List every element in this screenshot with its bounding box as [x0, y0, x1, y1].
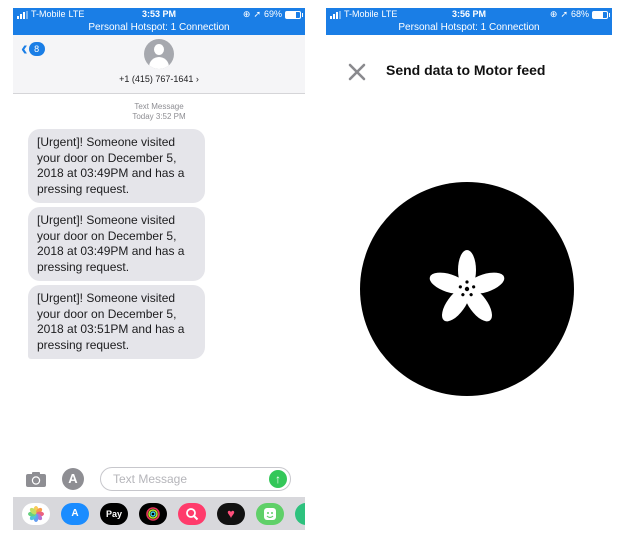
message-bubble[interactable]: [Urgent]! Someone visited your door on D… [28, 285, 205, 359]
message-input-field[interactable]: ↑ [100, 467, 291, 491]
lock-rotation-icon: ⊕ [549, 9, 558, 19]
photos-app-icon[interactable] [22, 502, 50, 525]
green-app-icon[interactable] [295, 502, 305, 525]
battery-icon [285, 10, 303, 19]
message-bubble[interactable]: [Urgent]! Someone visited your door on D… [28, 129, 205, 203]
apple-pay-label: Pay [105, 508, 122, 519]
message-bubble[interactable]: [Urgent]! Someone visited your door on D… [28, 207, 205, 281]
image-search-icon[interactable] [178, 502, 206, 525]
send-arrow-icon[interactable]: ↑ [269, 470, 287, 488]
thread-timestamp: Today 3:52 PM [132, 112, 186, 121]
thread-meta: Text Message Today 3:52 PM [13, 102, 305, 122]
back-button[interactable]: ‹ 8 [21, 38, 45, 60]
chevron-left-icon: ‹ [21, 38, 28, 60]
battery-icon [592, 10, 610, 19]
sticker-app-icon[interactable] [256, 502, 284, 525]
message-list: [Urgent]! Someone visited your door on D… [13, 129, 305, 359]
send-data-screen: T-Mobile LTE 3:56 PM ⊕ ➚ 68% Personal Ho… [326, 8, 612, 532]
close-icon[interactable] [348, 63, 366, 81]
compose-bar: A ↑ [13, 466, 305, 494]
contact-name[interactable]: +1 (415) 767-1641 › [13, 74, 305, 84]
page-title: Send data to Motor feed [386, 62, 546, 78]
battery-percent: 68% [570, 9, 589, 19]
location-icon: ➚ [253, 9, 261, 19]
hotspot-banner[interactable]: Personal Hotspot: 1 Connection [326, 21, 612, 34]
app-drawer: A Pay ♥ [13, 497, 305, 530]
location-icon: ➚ [560, 9, 568, 19]
lock-rotation-icon: ⊕ [242, 9, 251, 19]
flower-logo-icon [429, 250, 505, 322]
heart-app-icon[interactable]: ♥ [217, 502, 245, 525]
avatar[interactable] [144, 39, 174, 69]
app-store-icon[interactable]: A [61, 502, 89, 525]
status-bar: T-Mobile LTE 3:53 PM ⊕ ➚ 69% Personal Ho… [13, 8, 305, 35]
hotspot-banner[interactable]: Personal Hotspot: 1 Connection [13, 21, 305, 34]
camera-icon[interactable] [25, 471, 47, 488]
activity-icon[interactable] [139, 502, 167, 525]
apple-pay-icon[interactable]: Pay [100, 502, 128, 525]
unread-badge: 8 [28, 42, 45, 56]
message-input[interactable] [111, 471, 265, 487]
battery-percent: 69% [263, 9, 282, 19]
send-data-button[interactable] [360, 182, 574, 396]
conversation-header: ‹ 8 +1 (415) 767-1641 › [13, 35, 305, 94]
status-bar: T-Mobile LTE 3:56 PM ⊕ ➚ 68% Personal Ho… [326, 8, 612, 35]
app-store-drawer-icon[interactable]: A [62, 468, 84, 490]
thread-type-label: Text Message [134, 102, 184, 111]
messages-screen: T-Mobile LTE 3:53 PM ⊕ ➚ 69% Personal Ho… [13, 8, 305, 532]
